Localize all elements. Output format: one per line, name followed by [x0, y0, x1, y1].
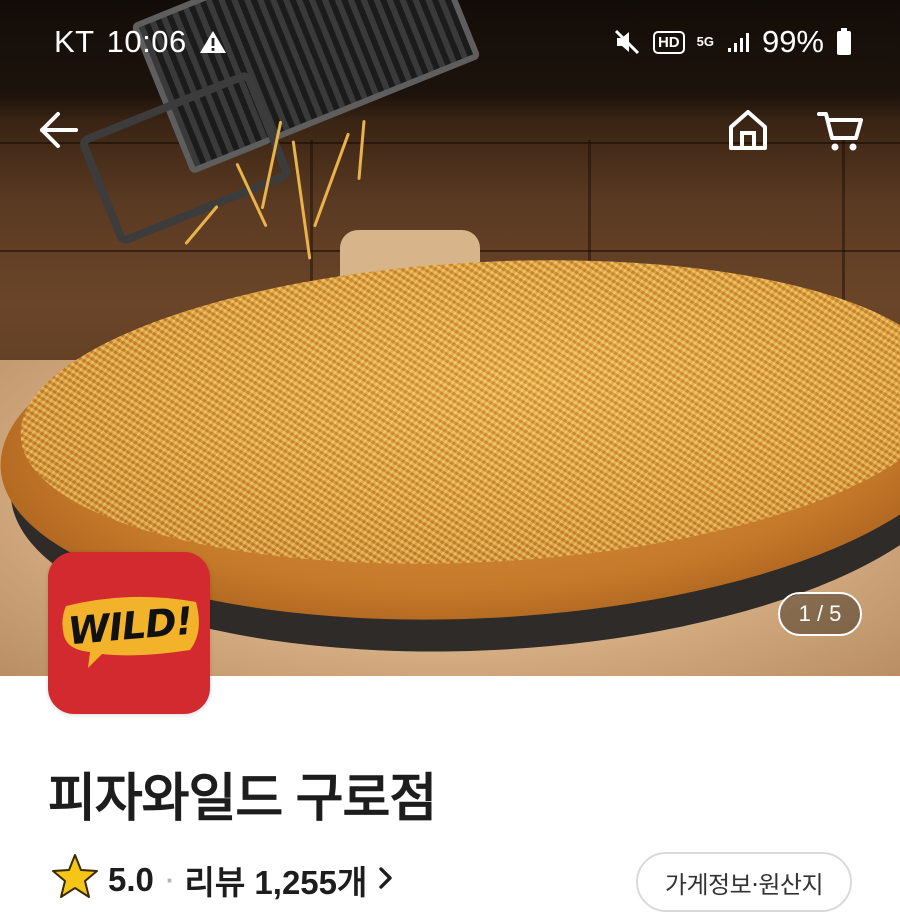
- status-bar: KT 10:06 HD 5G 99%: [0, 0, 900, 86]
- carrier-label: KT: [54, 24, 95, 59]
- warning-icon: [199, 29, 227, 55]
- image-page-counter: 1 / 5: [778, 592, 862, 636]
- network-5g-icon: 5G: [696, 34, 714, 49]
- clock: 10:06: [106, 24, 187, 59]
- battery-percent: 99%: [761, 24, 824, 59]
- status-right: HD 5G 99%: [613, 24, 852, 60]
- status-left: KT 10:06: [54, 24, 227, 60]
- chevron-right-icon: [375, 861, 397, 899]
- review-count: 리뷰 1,255개: [184, 864, 368, 901]
- separator-dot: ·: [165, 864, 175, 895]
- store-name: 피자와일드 구로점: [48, 770, 437, 828]
- hd-icon: HD: [652, 30, 685, 54]
- battery-icon: [836, 28, 852, 56]
- store-info-origin-button[interactable]: 가게정보·원산지: [636, 852, 852, 912]
- back-button[interactable]: [30, 104, 86, 160]
- signal-icon: [726, 30, 750, 54]
- store-logo: WILD!: [48, 552, 210, 714]
- arrow-left-icon: [36, 108, 80, 157]
- cart-icon: [816, 106, 864, 159]
- store-page: KT 10:06 HD 5G 99% 1 / 5 WILD! 피자와일드 구로점…: [0, 0, 900, 918]
- rating-value: 5.0: [108, 861, 154, 898]
- home-icon: [725, 107, 771, 158]
- mute-icon: [613, 28, 641, 56]
- home-button[interactable]: [720, 104, 776, 160]
- reviews-link[interactable]: 리뷰 1,255개: [185, 856, 398, 904]
- rating-row: 5.0 · 리뷰 1,255개: [50, 852, 397, 908]
- cart-button[interactable]: [812, 104, 868, 160]
- star-icon: [50, 852, 100, 908]
